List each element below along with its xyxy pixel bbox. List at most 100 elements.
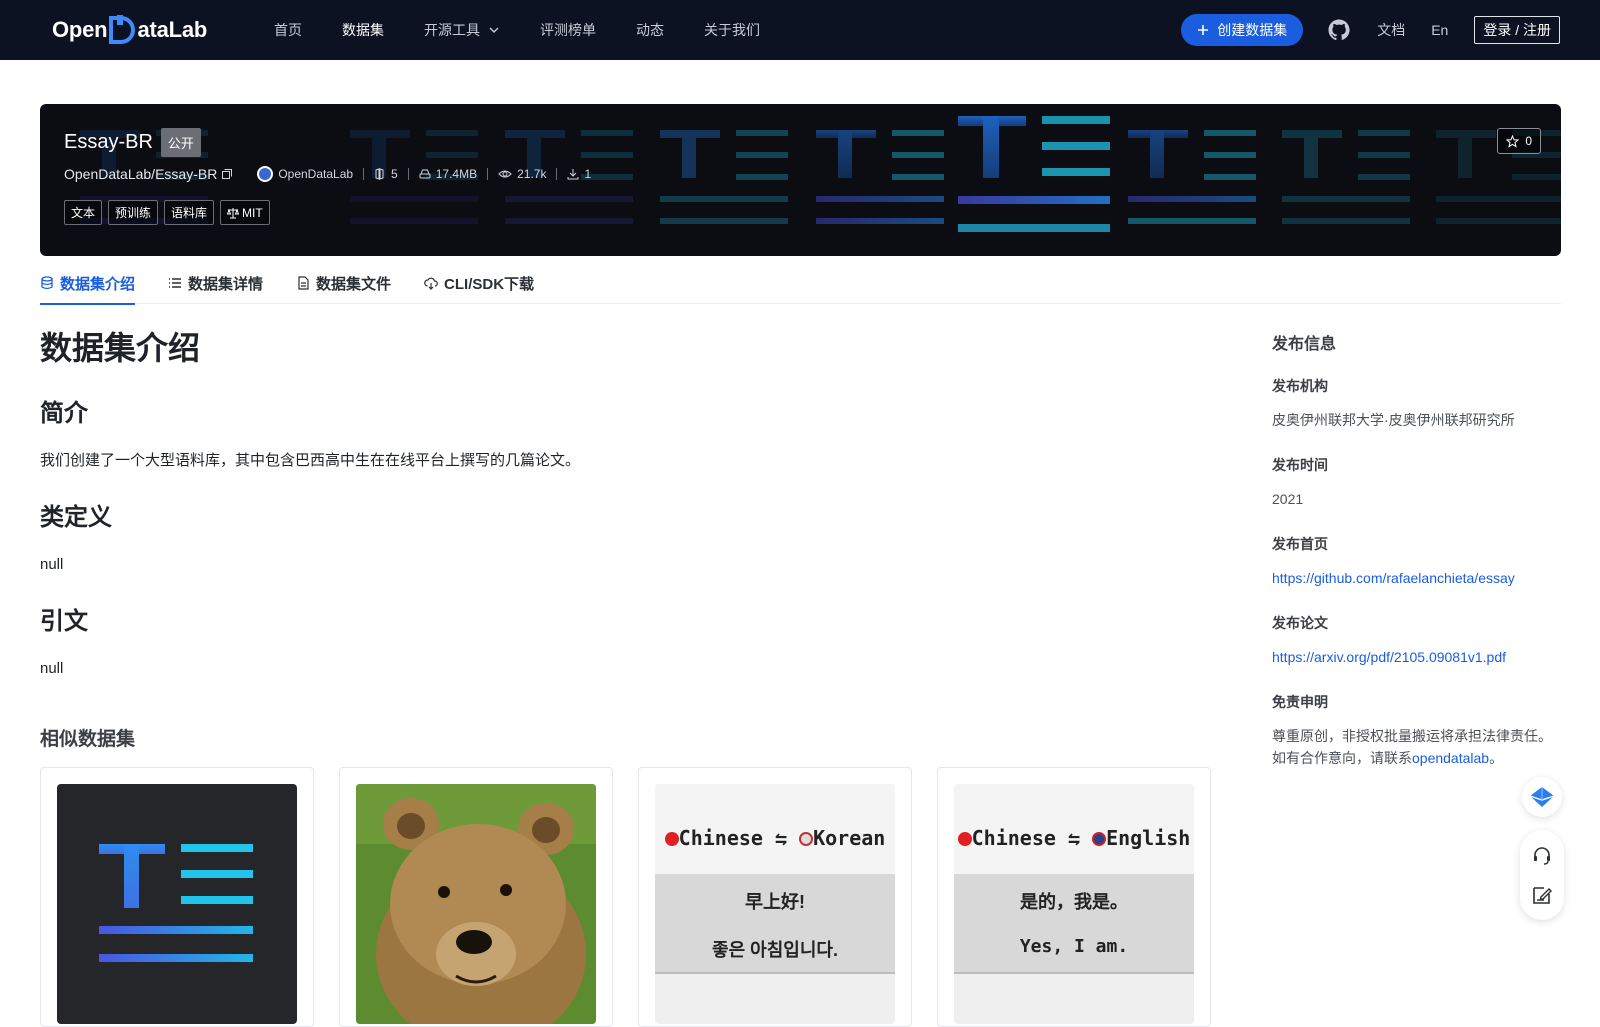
diamond-logo-icon <box>1529 787 1555 807</box>
class-definition-text: null <box>40 556 64 573</box>
release-time-value: 2021 <box>1272 491 1304 507</box>
nav-about-label: 关于我们 <box>704 22 760 38</box>
visibility-badge: 公开 <box>160 128 201 157</box>
disk-icon <box>419 169 431 179</box>
nav-item-home[interactable]: 首页 <box>274 20 302 40</box>
release-time-label: 发布时间 <box>1272 457 1328 473</box>
tab-files[interactable]: 数据集文件 <box>296 262 391 304</box>
flag-china-icon <box>664 832 679 846</box>
dataset-path: OpenDataLab/Essay-BR <box>64 166 233 182</box>
top-navigation-bar: Open ataLab 首页 数据集 开源工具 评测榜单 动态 关于我们 创建数… <box>0 0 1600 60</box>
card-zh-ko-korean: 좋은 아침입니다. <box>712 940 838 960</box>
meta-divider <box>363 168 365 180</box>
plus-icon <box>1198 25 1209 35</box>
homepage-link[interactable]: https://github.com/rafaelanchieta/essay <box>1272 570 1515 586</box>
nav-item-open-tools[interactable]: 开源工具 <box>424 20 500 40</box>
organization-logo <box>257 166 274 182</box>
files-icon <box>375 168 384 180</box>
view-count: 21.7k <box>498 167 546 181</box>
scale-icon <box>227 207 240 218</box>
ai-assistant-button[interactable] <box>1522 777 1562 817</box>
meta-divider <box>556 168 558 180</box>
nav-item-datasets[interactable]: 数据集 <box>342 20 384 40</box>
flag-uk-icon <box>1092 832 1107 846</box>
flag-china-icon <box>957 832 972 846</box>
star-button[interactable]: 0 <box>1497 128 1541 154</box>
tag-corpus[interactable]: 语料库 <box>164 200 215 225</box>
headset-icon <box>1534 846 1550 865</box>
list-icon <box>169 278 182 288</box>
similar-datasets-list: Chinese ⇋ Korean 早上好! 좋은 아침입니다. Chinese … <box>40 767 1211 1027</box>
license-label: MIT <box>242 205 263 220</box>
disclaimer-line-1: 尊重原创，非授权批量搬运将承担法律责任。 <box>1272 728 1552 744</box>
login-register-button[interactable]: 登录 / 注册 <box>1474 16 1560 44</box>
tab-introduction[interactable]: 数据集介绍 <box>40 262 136 305</box>
paper-link[interactable]: https://arxiv.org/pdf/2105.09081v1.pdf <box>1272 649 1506 665</box>
card-zh-ko-lang: Korean <box>813 826 886 850</box>
meta-divider <box>487 168 489 180</box>
publisher-label: 发布机构 <box>1272 378 1328 394</box>
dataset-size: 17.4MB <box>419 167 477 181</box>
tab-cli-sdk[interactable]: CLI/SDK下载 <box>424 262 534 304</box>
disclaimer-label: 免责申明 <box>1272 694 1328 710</box>
paper-label: 发布论文 <box>1272 615 1328 631</box>
dataset-title: Essay-BR <box>64 131 153 153</box>
dataset-tags: 文本 预训练 语料库 MIT <box>64 200 270 225</box>
opendatalab-contact-link[interactable]: opendatalab <box>1412 750 1489 766</box>
dataset-title-row: Essay-BR 公开 <box>64 128 201 157</box>
tab-introduction-label: 数据集介绍 <box>60 275 136 293</box>
nav-item-about[interactable]: 关于我们 <box>704 20 760 40</box>
login-label: 登录 / 注册 <box>1483 22 1551 38</box>
customer-service-button[interactable] <box>1526 840 1558 872</box>
license-badge[interactable]: MIT <box>220 200 270 225</box>
dataset-meta-row: OpenDataLab/Essay-BR OpenDataLab 5 17.4M… <box>64 166 591 182</box>
dataset-size-value: 17.4MB <box>435 167 478 181</box>
intro-heading: 简介 <box>40 400 88 427</box>
card-zh-ko-chinese: 早上好! <box>745 892 805 912</box>
tab-cli-sdk-label: CLI/SDK下载 <box>444 275 535 293</box>
nav-item-leaderboard[interactable]: 评测榜单 <box>540 20 596 40</box>
copy-icon[interactable] <box>221 168 233 180</box>
nav-item-news[interactable]: 动态 <box>636 20 664 40</box>
citation-text: null <box>40 660 64 677</box>
file-count-value: 5 <box>391 167 398 181</box>
cloud-download-icon <box>424 277 438 290</box>
tab-files-label: 数据集文件 <box>316 275 392 293</box>
logo-d-icon <box>108 15 136 45</box>
edit-note-icon <box>1533 886 1552 904</box>
class-definition-heading: 类定义 <box>40 504 112 531</box>
create-dataset-button[interactable]: 创建数据集 <box>1181 14 1304 46</box>
card-zh-en-header: Chinese ⇋ <box>971 826 1093 850</box>
feedback-button[interactable] <box>1526 879 1558 911</box>
language-toggle[interactable]: En <box>1431 22 1448 38</box>
similar-dataset-card[interactable]: Chinese ⇋ English 是的，我是。 Yes, I am. <box>937 767 1211 1027</box>
tab-details[interactable]: 数据集详情 <box>168 262 263 304</box>
logo-text-open: Open <box>52 17 108 42</box>
nav-news-label: 动态 <box>636 22 664 38</box>
docs-link[interactable]: 文档 <box>1377 20 1405 40</box>
chevron-down-icon <box>489 27 499 33</box>
nav-datasets-label: 数据集 <box>342 22 384 38</box>
tag-pretraining[interactable]: 预训练 <box>108 200 159 225</box>
similar-dataset-card[interactable] <box>40 767 314 1027</box>
github-icon[interactable] <box>1327 18 1351 42</box>
intro-text: 我们创建了一个大型语料库，其中包含巴西高中生在在线平台上撰写的几篇论文。 <box>40 452 581 469</box>
file-count: 5 <box>374 167 398 181</box>
tab-details-label: 数据集详情 <box>188 275 264 293</box>
dataset-introduction: 数据集介绍 简介 我们创建了一个大型语料库，其中包含巴西高中生在在线平台上撰写的… <box>40 328 1220 680</box>
page-title: 数据集介绍 <box>40 330 201 366</box>
translation-zh-en-thumbnail: Chinese ⇋ English 是的，我是。 Yes, I am. <box>954 784 1194 1024</box>
bear-photo-thumbnail <box>356 784 596 1024</box>
nav-tools-label: 开源工具 <box>424 22 480 38</box>
organization-link[interactable]: OpenDataLab <box>257 166 353 182</box>
nav-home-label: 首页 <box>274 22 302 38</box>
opendatalab-logo[interactable]: Open ataLab <box>52 14 207 46</box>
organization-name: OpenDataLab <box>278 167 354 181</box>
similar-dataset-card[interactable]: Chinese ⇋ Korean 早上好! 좋은 아침입니다. <box>638 767 912 1027</box>
tag-text[interactable]: 文本 <box>64 200 103 225</box>
disclaimer-contact-prefix: 如有合作意向，请联系 <box>1272 750 1412 766</box>
main-menu: 首页 数据集 开源工具 评测榜单 动态 关于我们 <box>274 0 800 60</box>
dataset-banner: Essay-BR 公开 OpenDataLab/Essay-BR OpenDat… <box>40 104 1561 256</box>
similar-datasets-title: 相似数据集 <box>40 729 136 750</box>
similar-dataset-card[interactable] <box>339 767 613 1027</box>
